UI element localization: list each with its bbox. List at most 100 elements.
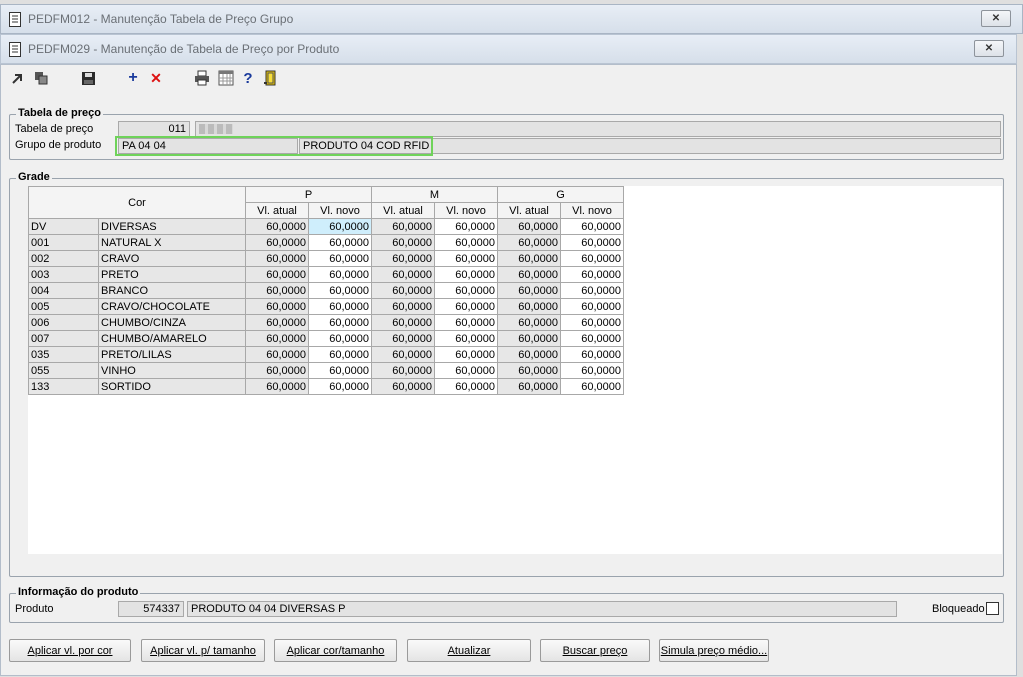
document-icon [9, 11, 21, 27]
table-row[interactable]: 007 CHUMBO/AMARELO 60,0000 60,0000 60,0000 60… [28, 330, 624, 347]
vl-atual-cell: 60,0000 [497, 298, 561, 315]
exit-door-icon[interactable] [263, 70, 279, 86]
cor-name-cell: DIVERSAS [98, 218, 246, 235]
calendar-grid-icon[interactable] [218, 70, 234, 86]
vl-novo-cell[interactable]: 60,0000 [308, 314, 372, 331]
size-header-g: G [497, 186, 624, 203]
tabela-preco-title: Tabela de preço [16, 107, 103, 119]
arrow-icon[interactable] [10, 70, 26, 86]
vl-atual-cell: 60,0000 [371, 362, 435, 379]
cor-code-cell: 133 [28, 378, 99, 395]
vl-novo-cell[interactable]: 60,0000 [308, 250, 372, 267]
table-row[interactable]: DV DIVERSAS 60,0000 60,0000 60,0000 60,0000 60… [28, 218, 624, 235]
cor-code-cell: 055 [28, 362, 99, 379]
vl-atual-cell: 60,0000 [245, 346, 309, 363]
vl-atual-cell: 60,0000 [497, 218, 561, 235]
vl-novo-cell[interactable]: 60,0000 [308, 266, 372, 283]
tabela-preco-field[interactable]: 011 [118, 121, 190, 137]
vl-novo-cell[interactable]: 60,0000 [560, 378, 624, 395]
vl-atual-cell: 60,0000 [497, 234, 561, 251]
vl-novo-cell[interactable]: 60,0000 [308, 218, 372, 235]
cor-header: Cor [28, 186, 246, 219]
vl-novo-cell[interactable]: 60,0000 [308, 234, 372, 251]
vl-novo-cell[interactable]: 60,0000 [308, 330, 372, 347]
atualizar-button[interactable]: Atualizar [407, 639, 531, 662]
vl-novo-cell[interactable]: 60,0000 [434, 314, 498, 331]
vl-novo-cell[interactable]: 60,0000 [434, 250, 498, 267]
cor-code-cell: 001 [28, 234, 99, 251]
vl-novo-cell[interactable]: 60,0000 [560, 298, 624, 315]
vl-novo-cell[interactable]: 60,0000 [434, 378, 498, 395]
produto-code-field[interactable]: 574337 [118, 601, 184, 617]
vl-novo-cell[interactable]: 60,0000 [434, 298, 498, 315]
table-row[interactable]: 035 PRETO/LILAS 60,0000 60,0000 60,0000 60,00… [28, 346, 624, 363]
vl-novo-cell[interactable]: 60,0000 [308, 282, 372, 299]
cor-code-cell: 003 [28, 266, 99, 283]
vl-novo-cell[interactable]: 60,0000 [308, 362, 372, 379]
outer-window-titlebar: PEDFM012 - Manutenção Tabela de Preço Gr… [0, 4, 1023, 34]
vl-novo-cell[interactable]: 60,0000 [434, 362, 498, 379]
cor-name-cell: PRETO/LILAS [98, 346, 246, 363]
aplicar-por-cor-button[interactable]: Aplicar vl. por cor [9, 639, 131, 662]
vl-novo-cell[interactable]: 60,0000 [308, 346, 372, 363]
table-row[interactable]: 133 SORTIDO 60,0000 60,0000 60,0000 60,0000 60… [28, 378, 624, 395]
add-icon[interactable]: + [125, 69, 141, 86]
vl-novo-cell[interactable]: 60,0000 [308, 378, 372, 395]
vl-novo-cell[interactable]: 60,0000 [434, 218, 498, 235]
vl-atual-cell: 60,0000 [245, 282, 309, 299]
buscar-preco-button[interactable]: Buscar preço [540, 639, 650, 662]
inner-close-button[interactable]: ✕ [974, 40, 1004, 57]
cor-name-cell: CHUMBO/AMARELO [98, 330, 246, 347]
table-row[interactable]: 003 PRETO 60,0000 60,0000 60,0000 60,0000 60,0… [28, 266, 624, 283]
vl-novo-cell[interactable]: 60,0000 [560, 282, 624, 299]
table-row[interactable]: 055 VINHO 60,0000 60,0000 60,0000 60,0000 60,0… [28, 362, 624, 379]
vl-atual-cell: 60,0000 [497, 282, 561, 299]
table-row[interactable]: 001 NATURAL X 60,0000 60,0000 60,0000 60,0000… [28, 234, 624, 251]
price-grid: Cor P M G Vl. atual Vl. novo Vl. atual V… [28, 186, 624, 395]
vl-atual-cell: 60,0000 [245, 218, 309, 235]
cor-name-cell: SORTIDO [98, 378, 246, 395]
vl-novo-cell[interactable]: 60,0000 [560, 314, 624, 331]
vl-novo-cell[interactable]: 60,0000 [434, 346, 498, 363]
vl-atual-cell: 60,0000 [245, 378, 309, 395]
produto-info-title: Informação do produto [16, 586, 141, 598]
close-icon: ✕ [984, 43, 994, 54]
delete-icon[interactable]: ✕ [148, 70, 164, 86]
vl-novo-cell[interactable]: 60,0000 [560, 250, 624, 267]
vl-novo-cell[interactable]: 60,0000 [560, 346, 624, 363]
highlight-box [115, 136, 433, 156]
simula-preco-medio-button[interactable]: Simula preço médio... [659, 639, 769, 662]
cor-code-cell: 006 [28, 314, 99, 331]
grupo-produto-label: Grupo de produto [15, 139, 102, 151]
copy-icon[interactable] [33, 70, 49, 86]
size-header-p: P [245, 186, 372, 203]
print-icon[interactable] [194, 70, 210, 86]
table-row[interactable]: 006 CHUMBO/CINZA 60,0000 60,0000 60,0000 60,0… [28, 314, 624, 331]
outer-window-title: PEDFM012 - Manutenção Tabela de Preço Gr… [28, 12, 294, 26]
vl-novo-cell[interactable]: 60,0000 [308, 298, 372, 315]
help-icon[interactable]: ? [240, 70, 256, 87]
produto-label: Produto [15, 603, 54, 615]
redacted-block [199, 124, 233, 134]
save-icon[interactable] [80, 70, 96, 86]
table-row[interactable]: 004 BRANCO 60,0000 60,0000 60,0000 60,0000 60,… [28, 282, 624, 299]
vl-novo-header: Vl. novo [308, 202, 372, 219]
aplicar-por-tamanho-button[interactable]: Aplicar vl. p/ tamanho [141, 639, 265, 662]
vl-novo-cell[interactable]: 60,0000 [560, 218, 624, 235]
cor-code-cell: 002 [28, 250, 99, 267]
table-row[interactable]: 005 CRAVO/CHOCOLATE 60,0000 60,0000 60,0000 6… [28, 298, 624, 315]
outer-close-button[interactable]: ✕ [981, 10, 1011, 27]
vl-novo-cell[interactable]: 60,0000 [560, 234, 624, 251]
vl-novo-cell[interactable]: 60,0000 [434, 330, 498, 347]
vl-novo-cell[interactable]: 60,0000 [560, 330, 624, 347]
vl-novo-cell[interactable]: 60,0000 [434, 282, 498, 299]
vl-novo-cell[interactable]: 60,0000 [560, 266, 624, 283]
cor-name-cell: BRANCO [98, 282, 246, 299]
aplicar-cor-tamanho-button[interactable]: Aplicar cor/tamanho [274, 639, 397, 662]
vl-novo-cell[interactable]: 60,0000 [560, 362, 624, 379]
tabela-preco-desc-field [195, 121, 1001, 137]
table-row[interactable]: 002 CRAVO 60,0000 60,0000 60,0000 60,0000 60,0… [28, 250, 624, 267]
vl-novo-cell[interactable]: 60,0000 [434, 234, 498, 251]
vl-novo-cell[interactable]: 60,0000 [434, 266, 498, 283]
bloqueado-checkbox[interactable] [986, 602, 999, 615]
